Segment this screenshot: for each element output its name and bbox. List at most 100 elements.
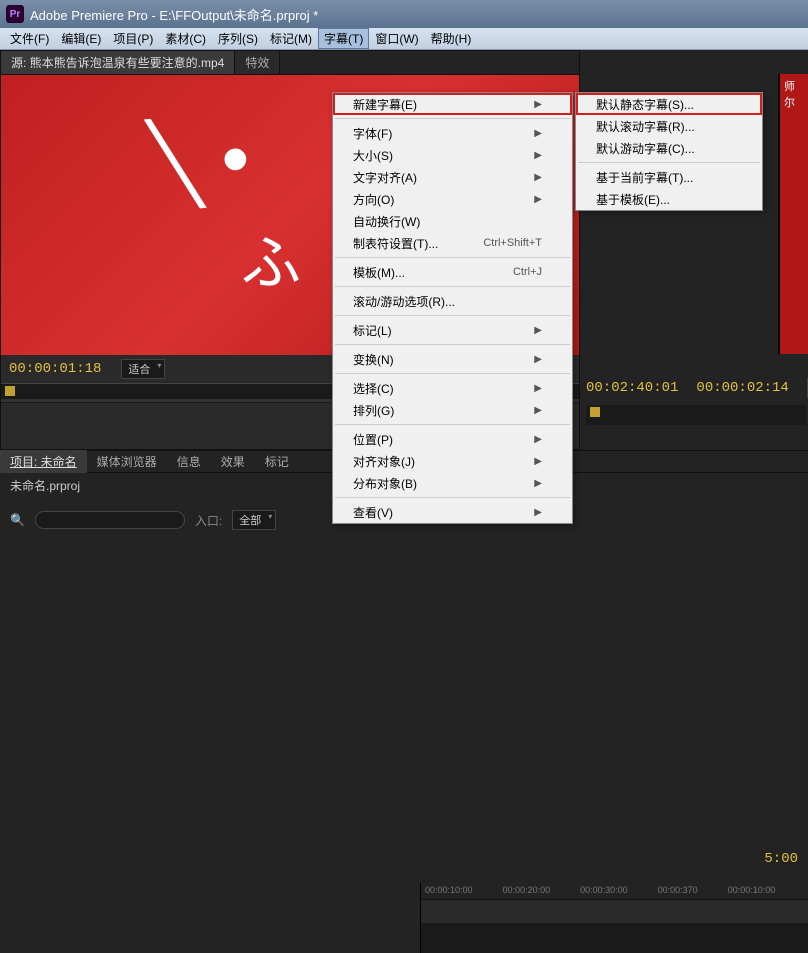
timeline-timecode[interactable]: 5:00 — [764, 851, 798, 867]
title-menu-item[interactable]: 制表符设置(T)... Ctrl+Shift+T — [333, 232, 572, 254]
source-timecode[interactable]: 00:00:01:18 — [9, 361, 101, 377]
menu-item-label: 默认滚动字幕(R)... — [596, 118, 695, 135]
title-menu-item[interactable]: 排列(G)▶ — [333, 399, 572, 421]
menu-item-label: 基于当前字幕(T)... — [596, 169, 693, 186]
new-title-submenu-item[interactable]: 基于模板(E)... — [576, 188, 762, 210]
menu-separator — [335, 286, 570, 287]
window-title: Adobe Premiere Pro - E:\FFOutput\未命名.prp… — [30, 5, 318, 24]
app-name: Adobe Premiere Pro — [30, 8, 148, 23]
menu-edit[interactable]: 编辑(E) — [55, 28, 107, 49]
submenu-arrow-icon: ▶ — [534, 99, 542, 110]
submenu-arrow-icon: ▶ — [534, 478, 542, 489]
media-browser-tab[interactable]: 媒体浏览器 — [87, 450, 167, 473]
menu-project[interactable]: 项目(P) — [107, 28, 159, 49]
submenu-arrow-icon: ▶ — [534, 507, 542, 518]
title-menu-item[interactable]: 自动换行(W) — [333, 210, 572, 232]
source-zoom-dropdown[interactable]: 适合 — [121, 359, 165, 379]
playhead-icon[interactable] — [590, 407, 600, 417]
new-title-submenu-item[interactable]: 基于当前字幕(T)... — [576, 166, 762, 188]
title-menu-item[interactable]: 大小(S) ▶ — [333, 144, 572, 166]
menu-item-label: 字体(F) — [353, 125, 392, 142]
title-menu-item[interactable]: 文字对齐(A) ▶ — [333, 166, 572, 188]
markers-tab[interactable]: 标记 — [255, 450, 299, 473]
menubar: 文件(F) 编辑(E) 项目(P) 素材(C) 序列(S) 标记(M) 字幕(T… — [0, 28, 808, 50]
new-title-submenu: 默认静态字幕(S)... 默认滚动字幕(R)... 默认游动字幕(C)... 基于当前… — [575, 92, 763, 211]
menu-item-label: 基于模板(E)... — [596, 191, 670, 208]
menu-shortcut: Ctrl+Shift+T — [483, 237, 542, 249]
new-title-submenu-item[interactable]: 默认游动字幕(C)... — [576, 137, 762, 159]
menu-help[interactable]: 帮助(H) — [425, 28, 478, 49]
title-menu-item[interactable]: 方向(O) ▶ — [333, 188, 572, 210]
timeline-ruler[interactable]: 00:00:10:00 00:00:20:00 00:00:30:00 00:0… — [421, 883, 808, 899]
submenu-arrow-icon: ▶ — [534, 172, 542, 183]
menu-item-label: 查看(V) — [353, 504, 393, 521]
title-menu-item[interactable]: 变换(N)▶ — [333, 348, 572, 370]
title-menu-item[interactable]: 对齐对象(J) ▶ — [333, 450, 572, 472]
submenu-arrow-icon: ▶ — [534, 354, 542, 365]
menu-item-label: 模板(M)... — [353, 264, 405, 281]
menu-item-label: 对齐对象(J) — [353, 453, 415, 470]
menu-item-label: 选择(C) — [353, 380, 394, 397]
search-icon: 🔍 — [10, 513, 25, 527]
program-ruler[interactable] — [586, 405, 806, 425]
timeline-track[interactable] — [421, 899, 808, 923]
title-menu-item[interactable]: 分布对象(B) ▶ — [333, 472, 572, 494]
title-menu-item[interactable]: 字体(F)▶ — [333, 122, 572, 144]
menu-separator — [335, 315, 570, 316]
title-menu-item[interactable]: 选择(C) ▶ — [333, 377, 572, 399]
menu-item-label: 新建字幕(E) — [353, 96, 417, 113]
menu-separator — [335, 118, 570, 119]
timeline-panel: 5:00 00:00:10:00 00:00:20:00 00:00:30:00… — [420, 883, 808, 953]
title-menu-item[interactable]: 位置(P) ▶ — [333, 428, 572, 450]
submenu-arrow-icon: ▶ — [534, 194, 542, 205]
menu-item-label: 文字对齐(A) — [353, 169, 417, 186]
in-point-dropdown[interactable]: 全部 — [232, 510, 276, 530]
new-title-submenu-item[interactable]: 默认滚动字幕(R)... — [576, 115, 762, 137]
menu-clip[interactable]: 素材(C) — [159, 28, 212, 49]
menu-item-label: 自动换行(W) — [353, 213, 420, 230]
menu-separator — [578, 162, 760, 163]
source-tab[interactable]: 源: 熊本熊告诉泡温泉有些要注意的.mp4 — [1, 51, 235, 74]
new-title-submenu-item[interactable]: 默认静态字幕(S)... — [576, 93, 762, 115]
program-timecode-1[interactable]: 00:02:40:01 — [586, 380, 678, 396]
project-tab[interactable]: 项目: 未命名 — [0, 450, 87, 473]
playhead-icon[interactable] — [5, 386, 15, 396]
title-menu-item[interactable]: 滚动/游动选项(R)... — [333, 290, 572, 312]
submenu-arrow-icon: ▶ — [534, 456, 542, 467]
menu-file[interactable]: 文件(F) — [4, 28, 55, 49]
menu-item-label: 默认静态字幕(S)... — [596, 96, 694, 113]
menu-separator — [335, 424, 570, 425]
info-tab[interactable]: 信息 — [167, 450, 211, 473]
title-menu-item[interactable]: 标记(L) ▶ — [333, 319, 572, 341]
submenu-arrow-icon: ▶ — [534, 405, 542, 416]
program-monitor-sliver: 师尔 — [778, 74, 808, 354]
title-menu-item[interactable]: 模板(M)...Ctrl+J — [333, 261, 572, 283]
effects-tab[interactable]: 特效 — [235, 51, 280, 74]
menu-item-label: 大小(S) — [353, 147, 393, 164]
menu-title[interactable]: 字幕(T) — [318, 28, 369, 49]
menu-item-label: 制表符设置(T)... — [353, 235, 438, 252]
menu-marker[interactable]: 标记(M) — [264, 28, 318, 49]
submenu-arrow-icon: ▶ — [534, 434, 542, 445]
program-timecode-2[interactable]: 00:00:02:14 — [696, 380, 788, 396]
submenu-arrow-icon: ▶ — [534, 383, 542, 394]
menu-item-label: 分布对象(B) — [353, 475, 417, 492]
menu-window[interactable]: 窗口(W) — [369, 28, 424, 49]
menu-separator — [335, 497, 570, 498]
in-point-label: 入口: — [195, 512, 222, 529]
submenu-arrow-icon: ▶ — [534, 150, 542, 161]
menu-sequence[interactable]: 序列(S) — [212, 28, 264, 49]
menu-item-label: 标记(L) — [353, 322, 392, 339]
menu-item-label: 位置(P) — [353, 431, 393, 448]
effects-tab-2[interactable]: 效果 — [211, 450, 255, 473]
title-menu-dropdown: 新建字幕(E)▶字体(F)▶大小(S)▶文字对齐(A)▶方向(O)▶自动换行(W… — [332, 92, 573, 524]
submenu-arrow-icon: ▶ — [534, 325, 542, 336]
menu-separator — [335, 257, 570, 258]
project-search-input[interactable] — [35, 511, 185, 529]
menu-separator — [335, 344, 570, 345]
menu-item-label: 方向(O) — [353, 191, 394, 208]
menu-item-label: 默认游动字幕(C)... — [596, 140, 695, 157]
title-menu-item[interactable]: 新建字幕(E) ▶ — [333, 93, 572, 115]
project-path: E:\FFOutput\未命名.prproj * — [159, 8, 318, 23]
title-menu-item[interactable]: 查看(V) ▶ — [333, 501, 572, 523]
